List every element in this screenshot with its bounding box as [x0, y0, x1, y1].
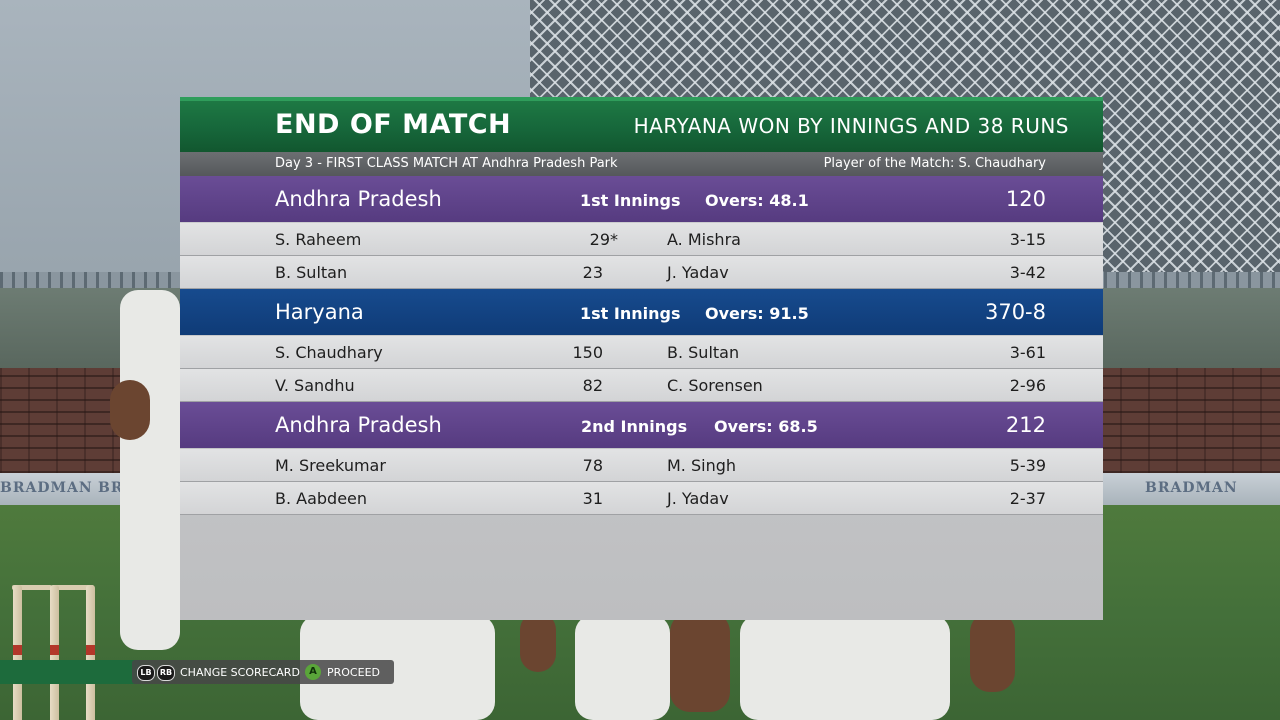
ad-board-left: BRADMAN	[0, 480, 93, 496]
batter-name: V. Sandhu	[275, 376, 355, 395]
innings-score: 370-8	[984, 300, 1046, 324]
match-result: HARYANA WON BY INNINGS AND 38 RUNS	[633, 114, 1069, 138]
bowler-name: B. Sultan	[667, 343, 740, 362]
scorecard-header: END OF MATCH HARYANA WON BY INNINGS AND …	[180, 97, 1103, 152]
player-arm	[110, 380, 150, 440]
batter-name: S. Chaudhary	[275, 343, 383, 362]
bowler-figures: 5-39	[1009, 456, 1046, 475]
stump-1	[13, 585, 22, 720]
ad-board-right: BRADMAN	[1145, 480, 1238, 496]
batter-runs: 150	[572, 343, 603, 362]
player-arm-right	[970, 612, 1015, 692]
batter-runs: 29*	[589, 230, 618, 249]
batter-name: M. Sreekumar	[275, 456, 386, 475]
player-arm-center	[520, 612, 556, 672]
bowler-name: M. Singh	[667, 456, 737, 475]
batter-runs: 23	[582, 263, 603, 282]
bowler-name: J. Yadav	[667, 263, 729, 282]
bowler-figures: 3-15	[1009, 230, 1046, 249]
bowler-figures: 2-37	[1009, 489, 1046, 508]
table-row: V. Sandhu 82 C. Sorensen 2-96	[180, 369, 1103, 402]
innings-header-1: Andhra Pradesh 1st Innings Overs: 48.1 1…	[180, 176, 1103, 222]
stumps	[10, 585, 100, 720]
innings-header-2: Haryana 1st Innings Overs: 91.5 370-8	[180, 289, 1103, 335]
player-of-match: Player of the Match: S. Chaudhary	[823, 156, 1046, 171]
player-legs	[670, 612, 730, 712]
innings-team: Andhra Pradesh	[275, 187, 442, 211]
scorecard-panel: END OF MATCH HARYANA WON BY INNINGS AND …	[180, 97, 1103, 620]
innings-header-3: Andhra Pradesh 2nd Innings Overs: 68.5 2…	[180, 402, 1103, 448]
match-info: Day 3 - FIRST CLASS MATCH AT Andhra Prad…	[275, 156, 618, 171]
proceed-label[interactable]: PROCEED	[327, 666, 380, 679]
hint-bar-accent	[0, 660, 140, 684]
bowler-name: A. Mishra	[667, 230, 741, 249]
lb-button-icon[interactable]: LB	[137, 665, 155, 681]
page-title: END OF MATCH	[275, 109, 512, 140]
table-row: M. Sreekumar 78 M. Singh 5-39	[180, 449, 1103, 482]
stump-3	[86, 585, 95, 720]
batter-name: S. Raheem	[275, 230, 362, 249]
bowler-figures: 3-61	[1009, 343, 1046, 362]
innings-overs: Overs: 48.1	[705, 191, 809, 210]
controller-hints: LB RB CHANGE SCORECARD A PROCEED	[132, 660, 394, 684]
bowler-name: C. Sorensen	[667, 376, 763, 395]
rb-button-icon[interactable]: RB	[157, 665, 175, 681]
player-center-right	[740, 615, 950, 720]
batter-runs: 78	[582, 456, 603, 475]
innings-label: 1st Innings	[580, 191, 681, 210]
innings-label: 1st Innings	[580, 304, 681, 323]
innings-overs: Overs: 91.5	[705, 304, 809, 323]
player-center	[575, 615, 670, 720]
batter-name: B. Aabdeen	[275, 489, 368, 508]
innings-label: 2nd Innings	[581, 417, 688, 436]
bowler-figures: 3-42	[1009, 263, 1046, 282]
innings-overs: Overs: 68.5	[714, 417, 818, 436]
batter-runs: 82	[582, 376, 603, 395]
table-row: S. Chaudhary 150 B. Sultan 3-61	[180, 336, 1103, 369]
table-row: B. Aabdeen 31 J. Yadav 2-37	[180, 482, 1103, 515]
bowler-name: J. Yadav	[667, 489, 729, 508]
stump-2	[50, 585, 59, 720]
batter-name: B. Sultan	[275, 263, 348, 282]
innings-team: Haryana	[275, 300, 364, 324]
bowler-figures: 2-96	[1009, 376, 1046, 395]
a-button-icon[interactable]: A	[305, 664, 321, 680]
innings-score: 120	[1005, 187, 1046, 211]
innings-team: Andhra Pradesh	[275, 413, 442, 437]
player-left	[120, 290, 180, 650]
batter-runs: 31	[582, 489, 603, 508]
match-info-bar: Day 3 - FIRST CLASS MATCH AT Andhra Prad…	[180, 152, 1103, 176]
table-row: B. Sultan 23 J. Yadav 3-42	[180, 256, 1103, 289]
innings-score: 212	[1005, 413, 1046, 437]
change-scorecard-label[interactable]: CHANGE SCORECARD	[180, 666, 300, 679]
table-row: S. Raheem 29* A. Mishra 3-15	[180, 223, 1103, 256]
